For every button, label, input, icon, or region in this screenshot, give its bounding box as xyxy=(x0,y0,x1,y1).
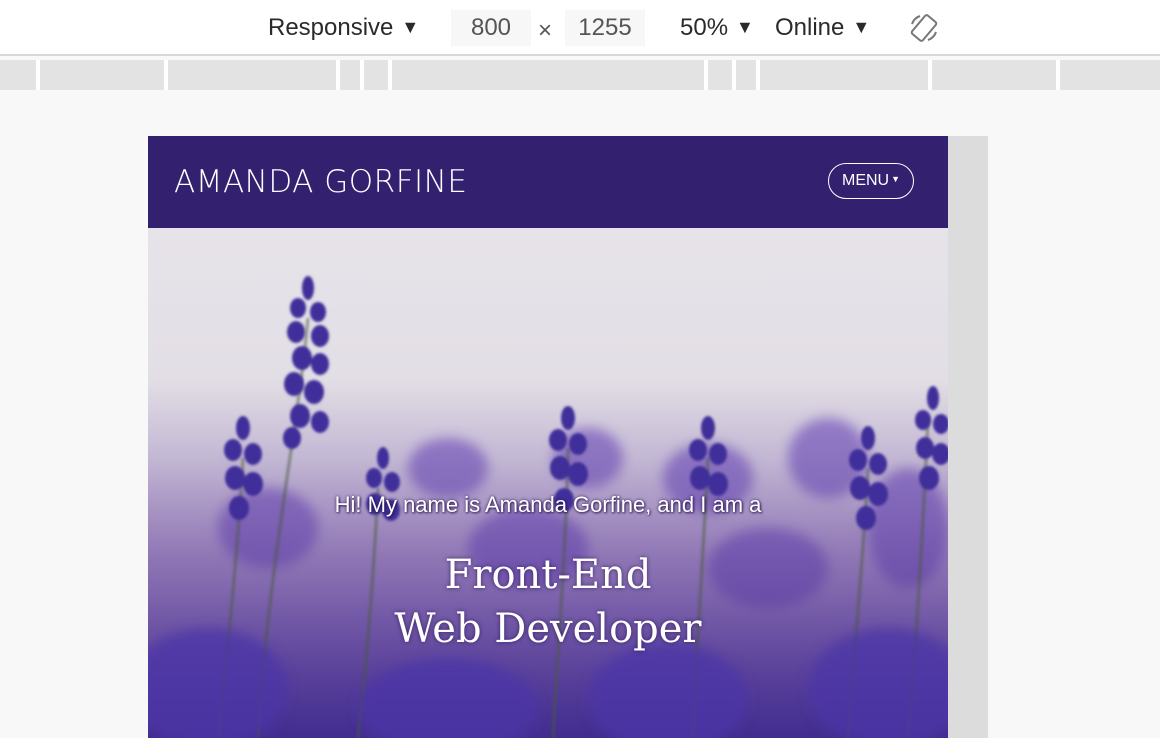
viewport-resize-area xyxy=(948,136,988,738)
media-query-segment[interactable] xyxy=(0,60,36,90)
device-label: Responsive xyxy=(268,14,394,41)
hero-role-line-1: Front-End xyxy=(444,552,652,598)
zoom-selector[interactable]: 50% ▼ xyxy=(680,10,754,46)
viewport-height-input[interactable] xyxy=(565,10,645,46)
menu-label: MENU xyxy=(841,172,890,189)
menu-caret-icon: ▼ xyxy=(891,174,901,184)
network-throttle-selector[interactable]: Online ▼ xyxy=(775,10,870,46)
device-caret-icon: ▼ xyxy=(401,17,420,37)
site-title[interactable]: AMANDA GORFINE xyxy=(174,162,467,202)
network-caret-icon: ▼ xyxy=(852,17,871,37)
dimension-separator: × xyxy=(538,17,553,44)
viewport-width-input[interactable] xyxy=(451,10,531,46)
hero-role-heading: Front-End Web Developer xyxy=(148,548,948,656)
hero-intro-text: Hi! My name is Amanda Gorfine, and I am … xyxy=(334,492,762,517)
emulated-viewport: AMANDA GORFINE MENU ▼ Hi! My name is Ama… xyxy=(148,136,948,738)
device-selector[interactable]: Responsive ▼ xyxy=(268,10,419,46)
network-label: Online xyxy=(775,14,845,41)
media-query-segment[interactable] xyxy=(168,60,336,90)
site-header: AMANDA GORFINE MENU ▼ xyxy=(148,136,948,228)
hero-section: Hi! My name is Amanda Gorfine, and I am … xyxy=(148,228,948,738)
media-query-segment[interactable] xyxy=(736,60,756,90)
lavender-background-image xyxy=(148,228,948,738)
media-query-segment[interactable] xyxy=(760,60,928,90)
menu-button[interactable]: MENU ▼ xyxy=(828,163,914,199)
hero-role-line-2: Web Developer xyxy=(394,606,702,652)
rotate-viewport-icon[interactable] xyxy=(908,12,940,44)
media-query-bar xyxy=(0,60,1160,90)
media-query-segment[interactable] xyxy=(364,60,388,90)
media-query-segment[interactable] xyxy=(708,60,732,90)
media-query-segment[interactable] xyxy=(932,60,1056,90)
responsive-toolbar: Responsive ▼ × 50% ▼ Online ▼ xyxy=(0,0,1160,56)
media-query-segment[interactable] xyxy=(1060,60,1160,90)
media-query-segment[interactable] xyxy=(340,60,360,90)
zoom-caret-icon: ▼ xyxy=(736,17,754,37)
zoom-label: 50% xyxy=(680,14,729,41)
media-query-segment[interactable] xyxy=(392,60,704,90)
media-query-segment[interactable] xyxy=(40,60,164,90)
